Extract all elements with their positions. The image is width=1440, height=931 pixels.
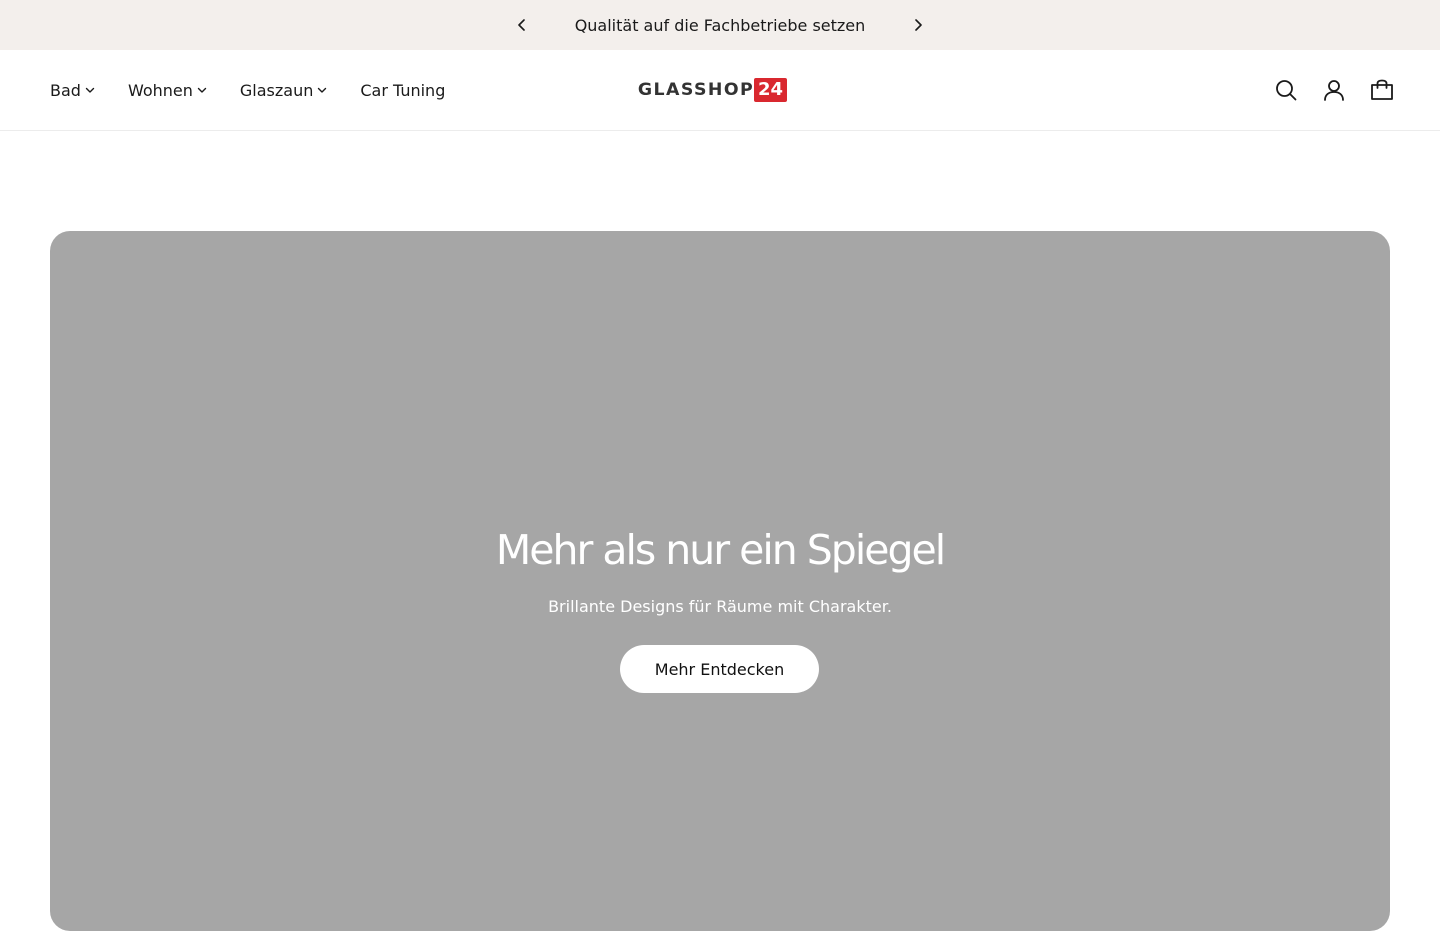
nav-item-car-tuning[interactable]: Car Tuning bbox=[360, 81, 445, 100]
nav-item-wohnen[interactable]: Wohnen bbox=[128, 81, 207, 100]
main-nav: Bad Wohnen Glaszaun Car Tuning bbox=[50, 50, 478, 130]
cart-icon[interactable] bbox=[1370, 78, 1394, 102]
hero-banner: Mehr als nur ein Spiegel Brillante Desig… bbox=[50, 231, 1390, 931]
logo-wordmark: GLASSHOP bbox=[637, 80, 755, 100]
nav-item-bad[interactable]: Bad bbox=[50, 81, 95, 100]
nav-item-glaszaun[interactable]: Glaszaun bbox=[240, 81, 327, 100]
chevron-down-icon bbox=[197, 85, 207, 95]
chevron-down-icon bbox=[85, 85, 95, 95]
header-actions bbox=[1250, 78, 1394, 102]
announcement-text: Qualität auf die Fachbetriebe setzen bbox=[574, 15, 866, 35]
nav-item-label: Bad bbox=[50, 80, 81, 100]
chevron-down-icon bbox=[317, 85, 327, 95]
site-logo[interactable]: GLASSHOP 24 bbox=[637, 78, 801, 102]
nav-item-label: Glaszaun bbox=[239, 80, 314, 100]
nav-item-label: Wohnen bbox=[127, 80, 193, 100]
site-header: Bad Wohnen Glaszaun Car Tuning GLASSHOP … bbox=[0, 50, 1440, 131]
hero-subtitle: Brillante Designs für Räume mit Charakte… bbox=[548, 597, 892, 616]
nav-item-label: Car Tuning bbox=[360, 80, 446, 100]
logo-badge: 24 bbox=[754, 78, 788, 102]
chevron-left-icon[interactable] bbox=[511, 14, 533, 36]
account-icon[interactable] bbox=[1322, 78, 1346, 102]
announcement-bar: Qualität auf die Fachbetriebe setzen bbox=[0, 0, 1440, 50]
hero-title: Mehr als nur ein Spiegel bbox=[495, 526, 946, 574]
search-icon[interactable] bbox=[1274, 78, 1298, 102]
discover-more-button[interactable]: Mehr Entdecken bbox=[620, 645, 819, 693]
chevron-right-icon[interactable] bbox=[907, 14, 929, 36]
